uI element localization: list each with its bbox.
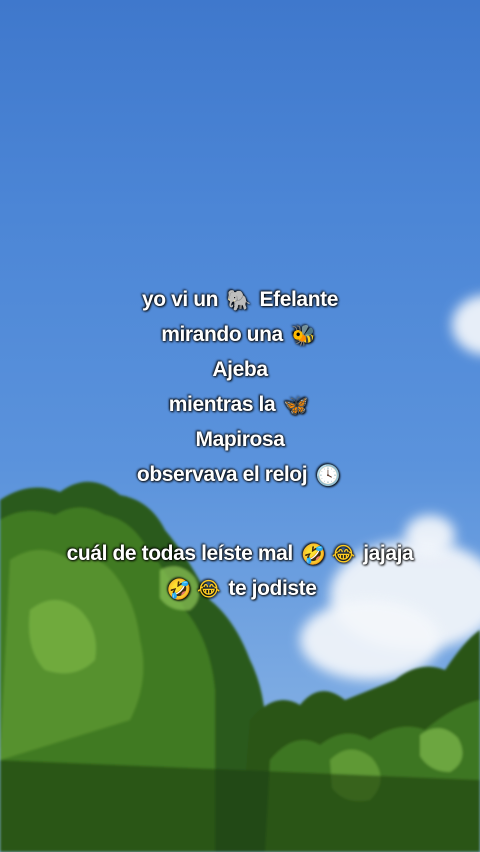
caption-text: jajaja: [363, 542, 414, 565]
caption-text: Efelante: [259, 288, 339, 311]
caption-line-1: yo vi un 🐘 Efelante: [0, 282, 480, 317]
caption-text: mirando una: [161, 323, 283, 346]
caption-text: observava el reloj: [136, 463, 308, 486]
caption-text: Ajeba: [212, 358, 268, 381]
caption-text: cuál de todas leíste mal: [66, 542, 294, 565]
caption-text: yo vi un: [141, 288, 219, 311]
caption-line-4: mientras la 🦋: [0, 387, 480, 422]
caption-line-6: observava el reloj 🕓: [0, 457, 480, 492]
caption-line-3: Ajeba: [0, 352, 480, 387]
caption-text: Mapirosa: [195, 428, 285, 451]
butterfly-icon: 🦋: [283, 392, 309, 417]
clock-icon: 🕓: [315, 462, 341, 487]
rofl-icon: 🤣: [166, 576, 191, 601]
caption-line-5: Mapirosa: [0, 422, 480, 457]
bee-icon: 🐝: [291, 322, 316, 347]
rofl-icon: 🤣: [301, 541, 326, 566]
caption-line-2: mirando una 🐝: [0, 317, 480, 352]
elephant-icon: 🐘: [226, 287, 252, 312]
joy-icon: 😂: [331, 541, 355, 566]
joy-icon: 😂: [196, 576, 220, 601]
caption-line-7: cuál de todas leíste mal 🤣 😂 jajaja: [0, 536, 480, 571]
caption-text: mientras la: [168, 393, 276, 416]
caption-overlay: yo vi un 🐘 Efelante mirando una 🐝 Ajeba …: [0, 282, 480, 492]
caption-line-8: 🤣 😂 te jodiste: [0, 571, 480, 606]
caption-overlay-2: cuál de todas leíste mal 🤣 😂 jajaja 🤣 😂 te…: [0, 536, 480, 606]
caption-text: te jodiste: [228, 577, 317, 600]
